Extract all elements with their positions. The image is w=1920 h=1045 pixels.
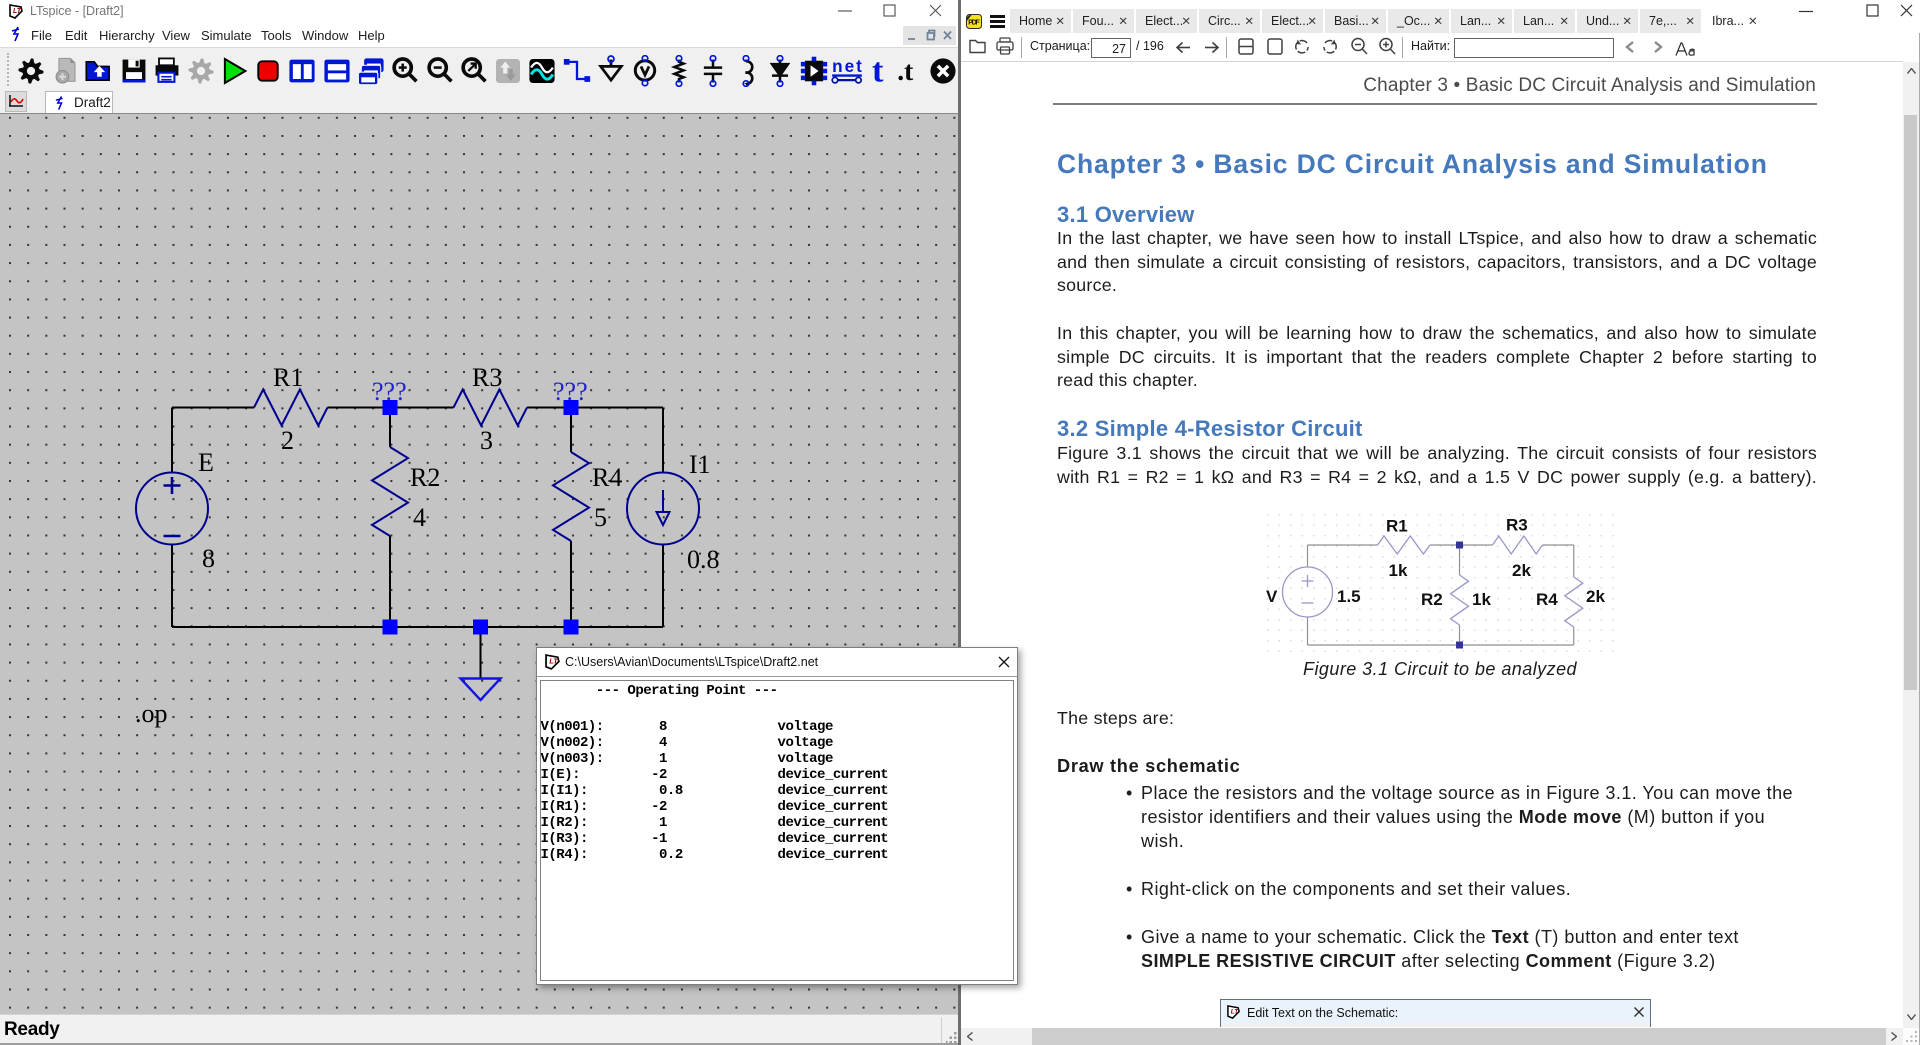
svg-text:t: t xyxy=(872,55,884,87)
svg-text:I1: I1 xyxy=(689,450,711,479)
svg-text:5: 5 xyxy=(594,503,607,532)
svg-text:E: E xyxy=(198,448,214,477)
svg-text:R2: R2 xyxy=(1421,590,1443,609)
svg-text:V: V xyxy=(1266,587,1278,606)
svg-text:R2: R2 xyxy=(410,463,440,492)
svg-text:R4: R4 xyxy=(1536,590,1558,609)
svg-text:R1: R1 xyxy=(273,363,303,392)
svg-text:R4: R4 xyxy=(592,463,622,492)
svg-text:LT: LT xyxy=(13,8,22,15)
svg-text:net: net xyxy=(832,56,862,76)
svg-text:.op: .op xyxy=(135,699,168,728)
svg-text:LT: LT xyxy=(1231,1008,1239,1015)
svg-text:2k: 2k xyxy=(1512,561,1531,580)
svg-text:3: 3 xyxy=(480,426,493,455)
svg-text:1.5: 1.5 xyxy=(1337,587,1361,606)
svg-text:R3: R3 xyxy=(472,363,502,392)
svg-text:8: 8 xyxy=(202,544,215,573)
svg-text:2: 2 xyxy=(281,426,294,455)
svg-text:LT: LT xyxy=(549,657,559,666)
svg-text:???: ??? xyxy=(372,377,407,406)
svg-text:???: ??? xyxy=(553,377,588,406)
svg-text:1k: 1k xyxy=(1389,561,1408,580)
svg-text:0.8: 0.8 xyxy=(687,545,720,574)
svg-text:4: 4 xyxy=(413,503,426,532)
svg-text:R1: R1 xyxy=(1386,517,1408,536)
svg-text:R3: R3 xyxy=(1506,516,1528,535)
svg-text:.t: .t xyxy=(897,56,913,86)
svg-text:1k: 1k xyxy=(1472,590,1491,609)
svg-text:2k: 2k xyxy=(1586,587,1605,606)
svg-text:PDF: PDF xyxy=(968,20,980,27)
